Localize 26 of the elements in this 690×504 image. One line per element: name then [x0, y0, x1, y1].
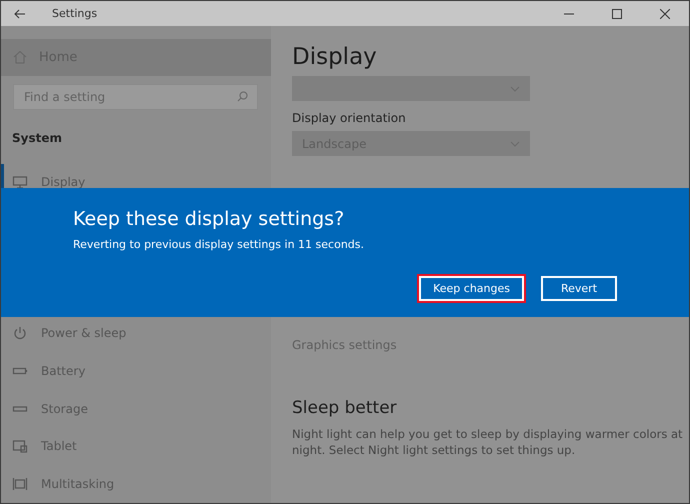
search-icon	[237, 90, 248, 102]
back-arrow-icon[interactable]	[14, 8, 26, 18]
power-icon	[12, 325, 28, 342]
window-title: Settings	[52, 7, 98, 20]
sidebar-item[interactable]: Tablet	[1, 428, 271, 466]
sidebar-item[interactable]: Multitasking	[1, 465, 271, 504]
maximize-icon	[612, 8, 622, 18]
dialog-title: Keep these display settings?	[73, 208, 346, 230]
section-heading: System	[12, 130, 63, 145]
dialog-message: Reverting to previous display settings in 11 seconds.	[73, 238, 365, 251]
sidebar-item[interactable]: Storage	[1, 390, 271, 428]
description-text: Night light can help you get to sleep by displaying warmer colors at night. Select Night light settings to set things up.	[292, 426, 684, 458]
sidebar-item[interactable]: Power & sleep	[1, 314, 271, 352]
page-title: Display	[292, 44, 378, 70]
multitasking-icon	[12, 476, 28, 492]
field-label: Display orientation	[292, 111, 407, 125]
sidebar-item[interactable]: Battery	[1, 352, 271, 390]
dialog-button[interactable]: Revert	[541, 276, 617, 301]
home-icon	[13, 50, 27, 64]
section-heading: Sleep better	[292, 398, 398, 418]
search-field[interactable]: Find a setting	[13, 84, 258, 110]
monitor-icon	[12, 174, 28, 190]
dialog-button[interactable]: Keep changes	[419, 276, 524, 301]
sidebar-item[interactable]: Display	[1, 164, 271, 202]
tablet-icon	[12, 438, 28, 454]
close-icon	[660, 8, 670, 18]
